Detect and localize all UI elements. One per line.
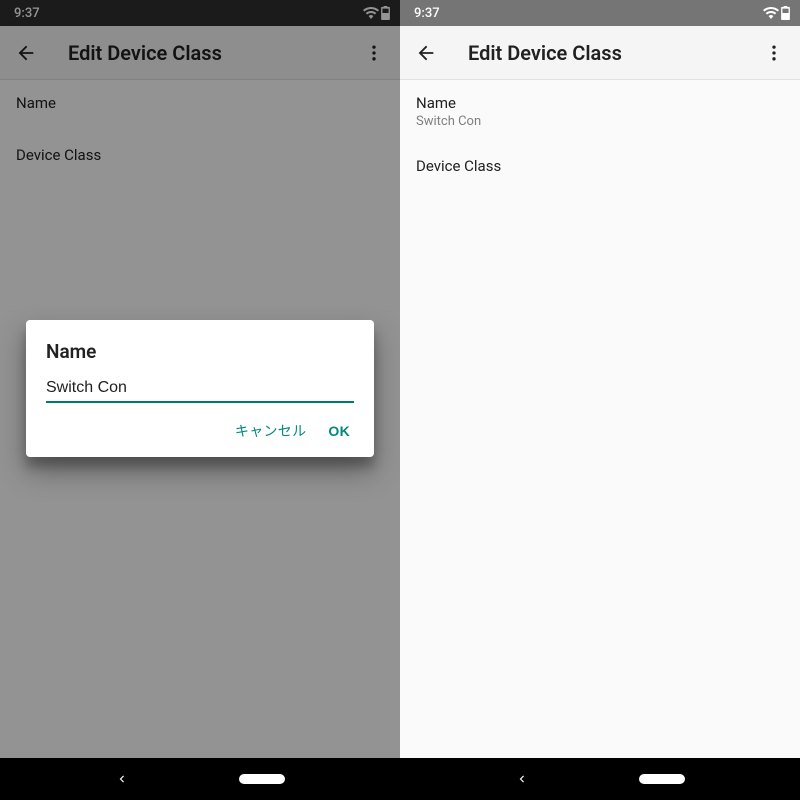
name-input[interactable]	[46, 379, 354, 397]
nav-home-pill[interactable]	[239, 774, 285, 784]
arrow-back-icon	[415, 42, 437, 64]
overflow-button[interactable]	[754, 33, 794, 73]
dialog-actions: キャンセル OK	[46, 403, 354, 451]
chevron-left-icon	[115, 772, 129, 786]
phone-right: 9:37 Edit Device Class Name Switch Con D…	[400, 0, 800, 800]
ok-button[interactable]: OK	[328, 421, 350, 441]
dialog-input-underline	[46, 377, 354, 403]
field-value: Switch Con	[416, 114, 784, 129]
field-label: Device Class	[416, 157, 784, 175]
wifi-icon	[763, 7, 779, 19]
system-nav-bar	[400, 758, 800, 800]
status-time: 9:37	[414, 6, 440, 21]
nav-back-button[interactable]	[115, 772, 129, 786]
edit-name-dialog: Name キャンセル OK	[26, 320, 374, 457]
field-label: Name	[416, 94, 784, 112]
field-row-name[interactable]: Name Switch Con	[400, 80, 800, 131]
chevron-left-icon	[515, 772, 529, 786]
cancel-button[interactable]: キャンセル	[235, 421, 307, 441]
more-vert-icon	[764, 43, 784, 63]
nav-home-pill[interactable]	[639, 774, 685, 784]
status-bar: 9:37	[400, 0, 800, 26]
battery-icon	[781, 6, 790, 20]
system-nav-bar	[0, 758, 400, 800]
field-row-device-class[interactable]: Device Class	[400, 131, 800, 189]
content-area: Name Switch Con Device Class	[400, 80, 800, 758]
phone-left: 9:37 Edit Device Class Name Device Class	[0, 0, 400, 800]
back-button[interactable]	[406, 33, 446, 73]
app-bar: Edit Device Class	[400, 26, 800, 80]
status-icons	[763, 6, 790, 20]
dialog-title: Name	[46, 340, 354, 363]
appbar-title: Edit Device Class	[468, 41, 754, 65]
nav-back-button[interactable]	[515, 772, 529, 786]
